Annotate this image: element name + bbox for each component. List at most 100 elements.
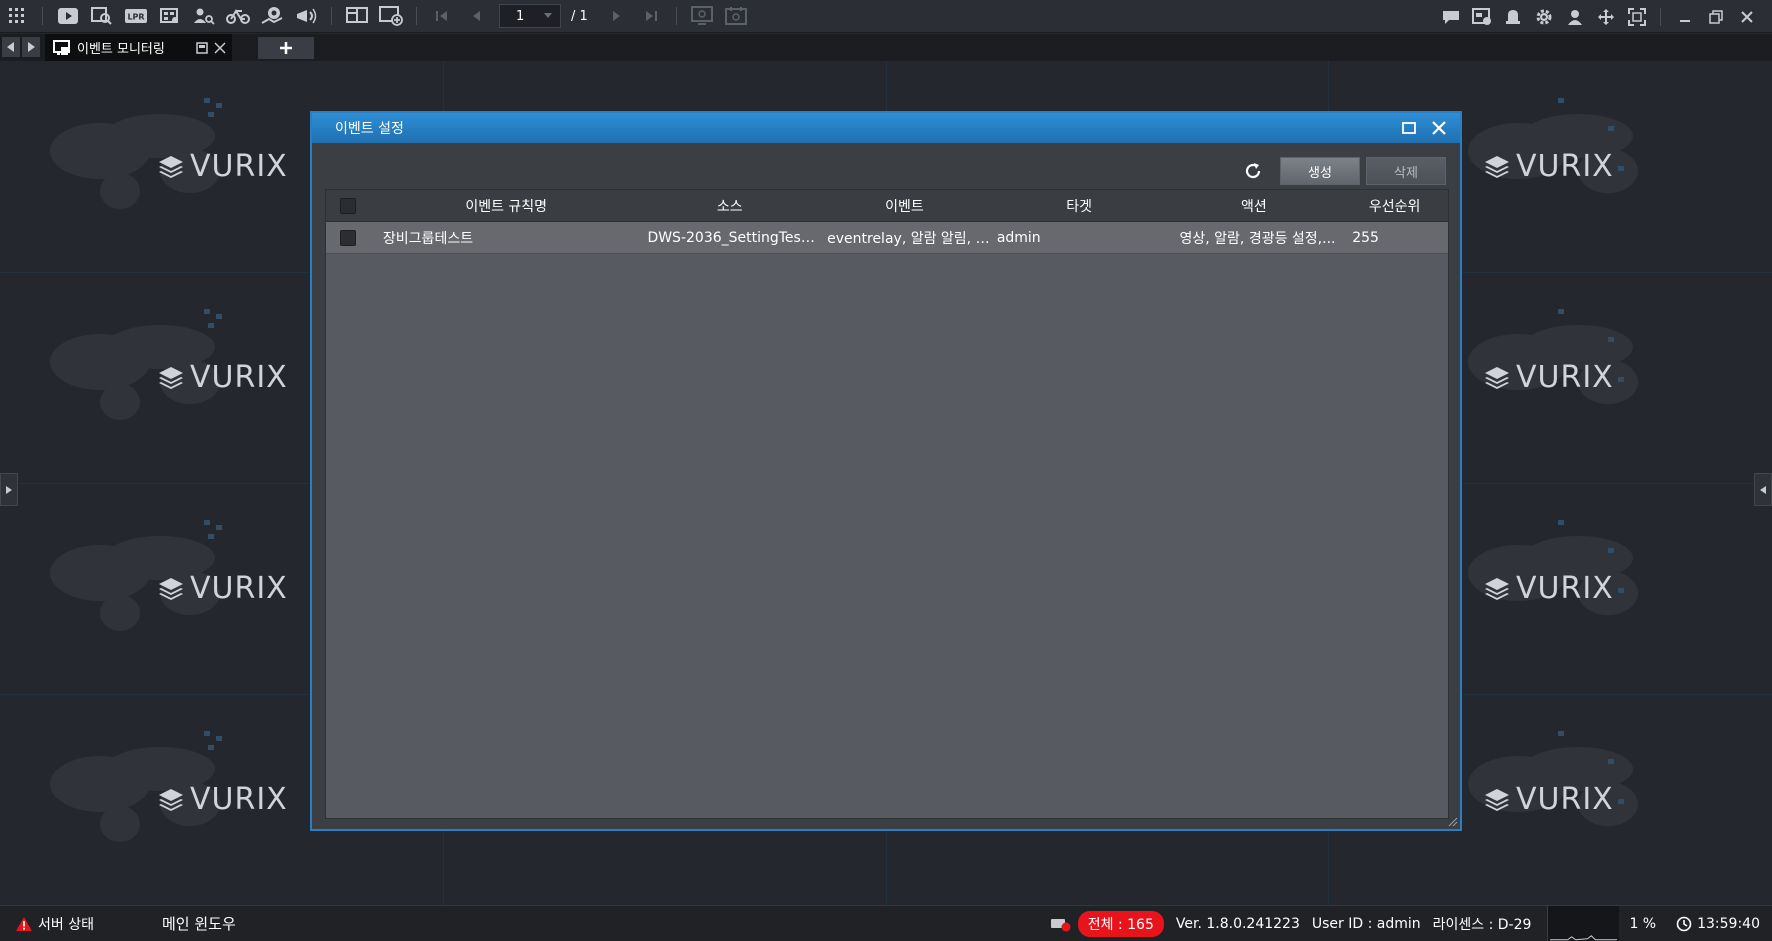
cell-action: 영상, 알람, 경광등 설정,... — [1179, 230, 1336, 247]
toolbar-right — [1435, 0, 1762, 33]
create-button[interactable]: 생성 — [1280, 157, 1360, 185]
row-checkbox[interactable] — [339, 229, 356, 246]
monitor-icon[interactable] — [685, 0, 719, 33]
clock: 13:59:40 — [1676, 916, 1760, 932]
column-header-event[interactable]: 이벤트 — [817, 196, 992, 216]
tab-save-icon[interactable] — [196, 41, 208, 54]
tab-label: 이벤트 모니터링 — [77, 42, 165, 57]
page-current: 1 — [516, 8, 525, 24]
next-page-icon[interactable] — [600, 0, 634, 33]
grid-menu-icon[interactable] — [0, 0, 34, 33]
main-toolbar: LPR 1 / 1 — [0, 0, 1772, 33]
table-row[interactable]: 장비그룹테스트 DWS-2036_SettingTest,... eventre… — [326, 222, 1448, 254]
license-text: 라이센스 : D-29 — [1432, 917, 1532, 933]
left-panel-toggle[interactable] — [0, 473, 18, 506]
logo-text: VURIX — [190, 782, 288, 817]
arrow-right-icon — [28, 42, 35, 52]
event-window-icon[interactable] — [1466, 0, 1497, 33]
fullscreen-icon[interactable] — [1621, 0, 1652, 33]
search-playback-icon[interactable] — [85, 0, 119, 33]
refresh-button[interactable] — [1238, 156, 1268, 186]
move-icon[interactable] — [1590, 0, 1621, 33]
vurix-logo: VURIX — [1484, 360, 1614, 395]
right-panel-toggle[interactable] — [1754, 473, 1772, 506]
layers-logo-icon — [1485, 366, 1509, 389]
layers-logo-icon — [159, 366, 183, 389]
person-search-icon[interactable] — [187, 0, 221, 33]
layers-logo-icon — [1485, 155, 1509, 178]
add-screen-icon[interactable] — [374, 0, 408, 33]
svg-text:LPR: LPR — [127, 13, 144, 22]
column-header-name[interactable]: 이벤트 규칙명 — [370, 196, 643, 216]
first-page-icon[interactable] — [425, 0, 459, 33]
user-id-text: User ID : admin — [1311, 916, 1421, 932]
layers-logo-icon — [159, 577, 183, 600]
total-events-badge[interactable]: 전체 : 165 — [1077, 911, 1164, 937]
gear-icon[interactable] — [1528, 0, 1559, 33]
event-alert-icon[interactable] — [1050, 916, 1072, 932]
app-window: LPR 1 / 1 이벤트 모니터링 VURIX VURIX VURIX VUR… — [0, 0, 1772, 941]
page-total: / 1 — [571, 8, 588, 24]
bike-icon[interactable] — [221, 0, 255, 33]
dialog-titlebar[interactable]: 이벤트 설정 — [312, 113, 1460, 143]
close-icon[interactable] — [1731, 0, 1762, 33]
clock-icon — [1676, 916, 1692, 932]
maximize-icon — [1402, 122, 1416, 134]
lpr-icon[interactable]: LPR — [119, 0, 153, 33]
server-status-label: 서버 상태 — [38, 916, 94, 933]
tab-event-monitoring[interactable]: 이벤트 모니터링 — [45, 34, 232, 61]
chat-icon[interactable] — [1435, 0, 1466, 33]
cell-priority: 255 — [1352, 229, 1379, 246]
vurix-logo: VURIX — [158, 782, 288, 817]
delete-button[interactable]: 삭제 — [1366, 157, 1446, 185]
camera-list-icon[interactable] — [153, 0, 187, 33]
logo-text: VURIX — [190, 360, 288, 395]
server-status[interactable]: 서버 상태 — [15, 914, 162, 934]
chevron-down-icon[interactable] — [544, 13, 552, 19]
dialog-close-button[interactable] — [1424, 113, 1454, 143]
logo-text: VURIX — [190, 149, 288, 184]
chevron-right-icon — [6, 485, 12, 494]
calendar-monitor-icon[interactable] — [719, 0, 753, 33]
column-header-source[interactable]: 소스 — [642, 196, 817, 216]
prev-page-icon[interactable] — [459, 0, 493, 33]
logo-text: VURIX — [1516, 571, 1614, 606]
main-window-label: 메인 윈도우 — [162, 915, 236, 933]
minimize-icon[interactable] — [1669, 0, 1700, 33]
clock-time: 13:59:40 — [1697, 916, 1760, 932]
page-number-input[interactable]: 1 — [499, 4, 561, 28]
logo-text: VURIX — [190, 571, 288, 606]
column-header-action[interactable]: 액션 — [1167, 196, 1342, 216]
layers-logo-icon — [1485, 788, 1509, 811]
tab-close-icon[interactable] — [214, 41, 226, 54]
tab-scroll-left-button[interactable] — [2, 37, 20, 57]
dialog-window-controls — [1394, 113, 1454, 143]
resize-grip-icon[interactable] — [1448, 817, 1458, 827]
chevron-left-icon — [1760, 485, 1766, 494]
version-text: Ver. 1.8.0.241223 — [1175, 916, 1300, 932]
status-bar-right: 전체 : 165 Ver. 1.8.0.241223 User ID : adm… — [1050, 906, 1772, 941]
alarm-icon[interactable] — [1497, 0, 1528, 33]
warning-icon — [16, 916, 32, 931]
layout-icon[interactable] — [340, 0, 374, 33]
restore-icon[interactable] — [1700, 0, 1731, 33]
megaphone-icon[interactable] — [289, 0, 323, 33]
select-all-checkbox[interactable] — [339, 197, 356, 214]
user-icon[interactable] — [1559, 0, 1590, 33]
dialog-maximize-button[interactable] — [1394, 113, 1424, 143]
vurix-logo: VURIX — [158, 149, 288, 184]
tab-bar: 이벤트 모니터링 — [0, 34, 1772, 61]
monitor-tab-icon — [53, 39, 70, 55]
vurix-logo: VURIX — [1484, 571, 1614, 606]
play-icon[interactable] — [51, 0, 85, 33]
vurix-logo: VURIX — [1484, 149, 1614, 184]
last-page-icon[interactable] — [634, 0, 668, 33]
add-tab-button[interactable] — [258, 37, 314, 59]
tab-scroll-right-button[interactable] — [22, 37, 40, 57]
arrow-left-icon — [7, 42, 14, 52]
column-header-priority[interactable]: 우선순위 — [1341, 196, 1448, 216]
dialog-title: 이벤트 설정 — [335, 121, 404, 137]
table-header: 이벤트 규칙명 소스 이벤트 타겟 액션 우선순위 — [326, 190, 1448, 222]
map-pin-icon[interactable] — [255, 0, 289, 33]
column-header-target[interactable]: 타겟 — [992, 196, 1167, 216]
